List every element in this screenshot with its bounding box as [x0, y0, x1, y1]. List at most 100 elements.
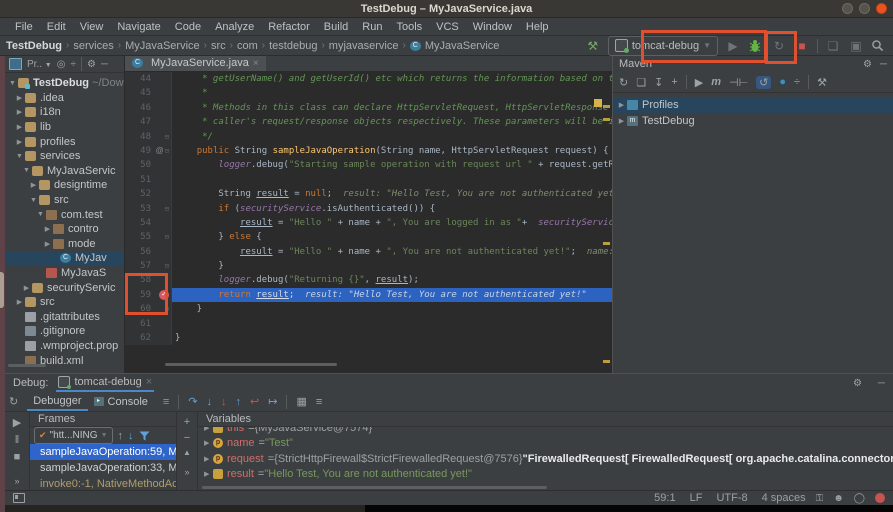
chevron-expanded-icon[interactable]: ▼: [22, 167, 31, 174]
menu-item-navigate[interactable]: Navigate: [110, 21, 167, 33]
lock-icon[interactable]: ⚿: [816, 493, 824, 504]
remove-watch-icon[interactable]: −: [184, 432, 190, 444]
editor-gutter[interactable]: 55⊟: [125, 230, 172, 244]
project-horizontal-scrollbar[interactable]: [8, 364, 46, 367]
menu-item-window[interactable]: Window: [466, 21, 519, 33]
menu-item-file[interactable]: File: [8, 21, 40, 33]
fold-marker-icon[interactable]: ⊟: [165, 130, 169, 144]
tree-item-lib[interactable]: ▶lib: [5, 120, 124, 135]
more-actions-icon[interactable]: »: [14, 476, 19, 486]
gear-icon[interactable]: ⚙: [863, 59, 872, 70]
editor-gutter[interactable]: 57⊟: [125, 259, 172, 273]
locate-file-icon[interactable]: ◎: [57, 59, 66, 70]
tree-item-src[interactable]: ▶src: [5, 295, 124, 310]
gear-icon[interactable]: ⚙: [87, 59, 96, 70]
editor-gutter[interactable]: 47: [125, 115, 172, 129]
menu-item-code[interactable]: Code: [168, 21, 208, 33]
menu-item-help[interactable]: Help: [519, 21, 556, 33]
pause-icon[interactable]: ‖: [15, 434, 20, 446]
menu-item-build[interactable]: Build: [317, 21, 355, 33]
tree-item--gitattributes[interactable]: .gitattributes: [5, 310, 124, 325]
chevron-collapsed-icon[interactable]: ▶: [15, 138, 24, 146]
threads-view-icon[interactable]: ≡: [316, 396, 322, 408]
step-out-icon[interactable]: ↑: [236, 396, 242, 408]
hide-panel-icon[interactable]: ─: [101, 59, 108, 70]
tree-item-myjavaservic[interactable]: ▼MyJavaServic: [5, 164, 124, 179]
breadcrumb-item[interactable]: MyJavaService: [125, 40, 200, 52]
chevron-collapsed-icon[interactable]: ▶: [204, 439, 213, 447]
toggle-offline-icon[interactable]: ⊣⊢: [729, 76, 748, 89]
editor-gutter[interactable]: 56: [125, 245, 172, 259]
frame-row[interactable]: sampleJavaOperation:33, My: [30, 460, 176, 476]
editor-gutter[interactable]: 61: [125, 317, 172, 331]
close-icon[interactable]: ×: [146, 376, 152, 388]
breadcrumb-item[interactable]: MyJavaService: [425, 40, 500, 52]
fold-marker-icon[interactable]: ⊟: [165, 144, 169, 158]
variable-row-this[interactable]: ▶this= {MyJavaService@7574}: [198, 427, 893, 436]
chevron-collapsed-icon[interactable]: ▶: [617, 101, 626, 109]
collapse-all-icon[interactable]: ÷: [794, 76, 800, 88]
code-area[interactable]: 44 * getUserName() and getUserId() etc w…: [125, 72, 612, 366]
error-badge[interactable]: [875, 493, 885, 503]
filter-funnel-icon[interactable]: [139, 431, 150, 441]
chevron-collapsed-icon[interactable]: ▶: [15, 123, 24, 131]
add-maven-project-icon[interactable]: +: [671, 76, 677, 88]
tool-windows-icon[interactable]: ❏: [825, 38, 841, 54]
breadcrumb-item[interactable]: src: [211, 40, 226, 52]
toggle-toolwindows-icon[interactable]: [13, 493, 25, 503]
chevron-collapsed-icon[interactable]: ▶: [15, 108, 24, 116]
reimport-icon[interactable]: ↻: [619, 76, 628, 89]
gear-icon[interactable]: ⚙: [853, 378, 862, 389]
tree-item-mode[interactable]: ▶mode: [5, 237, 124, 252]
tree-item-securityservic[interactable]: ▶securityServic: [5, 280, 124, 295]
evaluate-expression-icon[interactable]: ▦: [296, 395, 306, 408]
tree-item-myjavas[interactable]: MyJavaS: [5, 266, 124, 281]
step-over-icon[interactable]: ↷: [188, 395, 197, 408]
menu-item-refactor[interactable]: Refactor: [261, 21, 317, 33]
hide-panel-icon[interactable]: ─: [878, 378, 885, 389]
tab-console[interactable]: ▸Console: [88, 392, 154, 411]
chevron-collapsed-icon[interactable]: ▶: [204, 455, 213, 463]
chevron-collapsed-icon[interactable]: ▶: [22, 284, 31, 292]
download-sources-icon[interactable]: ↧: [654, 76, 663, 89]
previous-frame-icon[interactable]: ↑: [118, 430, 124, 442]
editor-gutter[interactable]: 50: [125, 158, 172, 172]
editor-horizontal-scrollbar[interactable]: [165, 363, 337, 366]
more-actions-icon[interactable]: »: [184, 467, 189, 477]
editor-gutter[interactable]: 48⊟: [125, 130, 172, 144]
rerun-icon[interactable]: ↻: [9, 395, 18, 408]
build-hammer-icon[interactable]: ⚒: [585, 38, 601, 54]
drop-frame-icon[interactable]: ↩: [250, 395, 259, 408]
tree-item--gitignore[interactable]: .gitignore: [5, 324, 124, 339]
chevron-expanded-icon[interactable]: ▼: [36, 211, 45, 218]
tree-item-src[interactable]: ▼src: [5, 193, 124, 208]
chevron-collapsed-icon[interactable]: ▶: [15, 298, 24, 306]
run-dashboard-icon[interactable]: ▣: [848, 38, 864, 54]
variable-row-result[interactable]: ▶result= "Hello Test, You are not authen…: [198, 467, 893, 483]
editor-gutter[interactable]: 62: [125, 331, 172, 345]
chevron-collapsed-icon[interactable]: ▶: [43, 225, 52, 233]
frame-row[interactable]: invoke0:-1, NativeMethodAcc: [30, 476, 176, 490]
breadcrumb-item[interactable]: com: [237, 40, 258, 52]
frame-row[interactable]: sampleJavaOperation:59, My: [30, 444, 176, 460]
menu-item-analyze[interactable]: Analyze: [208, 21, 261, 33]
resume-icon[interactable]: ▶: [13, 416, 21, 429]
chevron-collapsed-icon[interactable]: ▶: [29, 181, 38, 189]
close-button[interactable]: [876, 3, 887, 14]
close-tab-icon[interactable]: ×: [253, 58, 259, 69]
tree-item--idea[interactable]: ▶.idea: [5, 91, 124, 106]
breadcrumb-item[interactable]: services: [73, 40, 113, 52]
generate-sources-icon[interactable]: ❏: [636, 76, 646, 89]
fold-marker-icon[interactable]: ⊟: [165, 259, 169, 273]
run-maven-goal-icon[interactable]: ▶: [695, 76, 703, 89]
skip-tests-icon[interactable]: ↺: [756, 76, 771, 89]
annotation-gutter-icon[interactable]: @: [156, 144, 164, 158]
editor-gutter[interactable]: 45: [125, 86, 172, 100]
breadcrumb-item[interactable]: myjavaservice: [329, 40, 399, 52]
editor-gutter[interactable]: 49@⊟: [125, 144, 172, 158]
menu-item-edit[interactable]: Edit: [40, 21, 73, 33]
indent-indicator[interactable]: 4 spaces: [762, 492, 806, 504]
caret-position[interactable]: 59:1: [654, 492, 675, 504]
tree-item-profiles[interactable]: ▶profiles: [5, 134, 124, 149]
editor-gutter[interactable]: 44: [125, 72, 172, 86]
